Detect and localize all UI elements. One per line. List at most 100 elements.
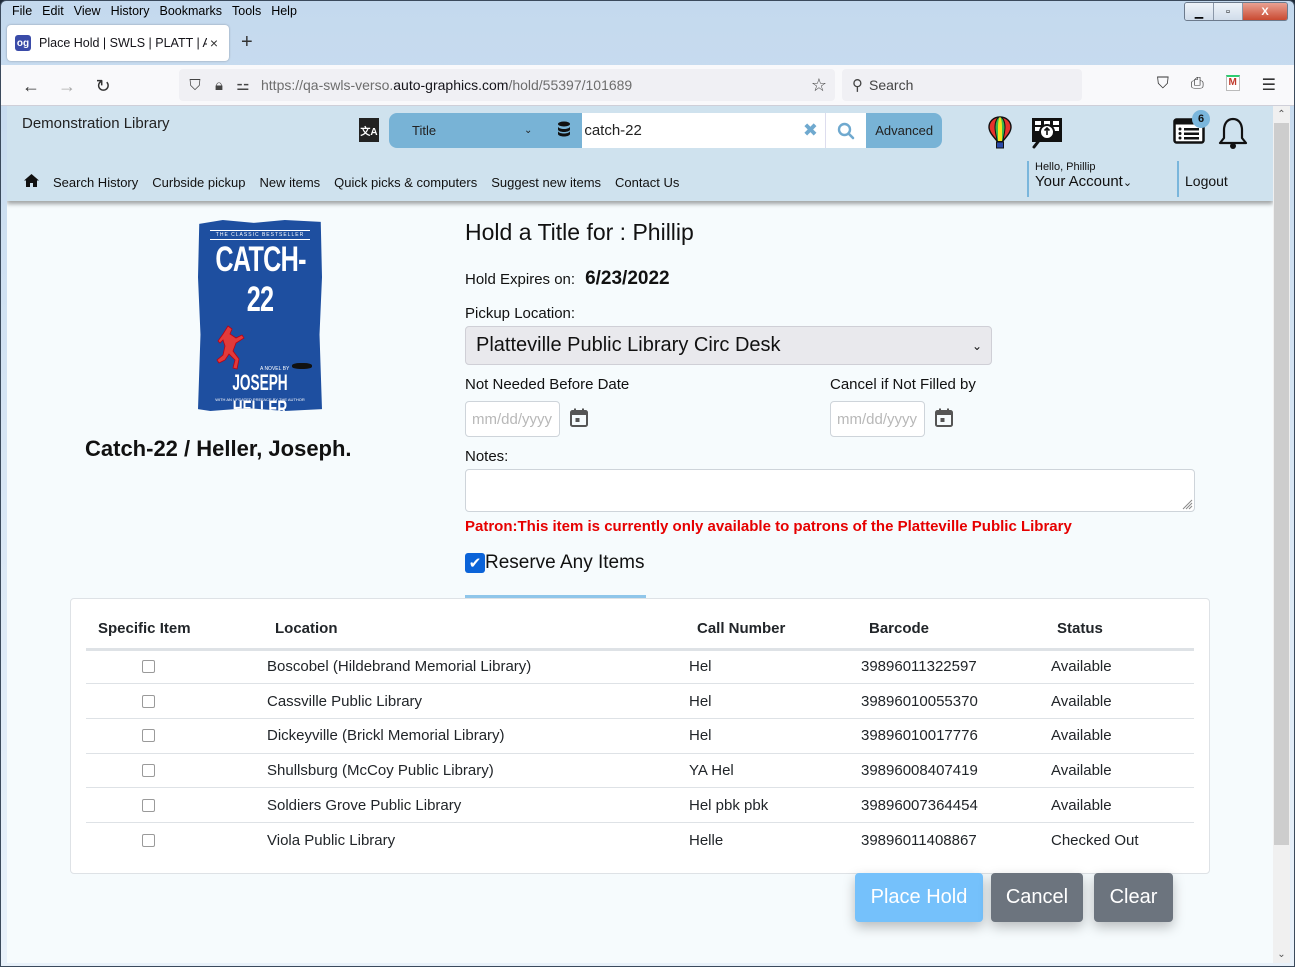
cover-author: JOSEPH HELLER bbox=[232, 370, 288, 411]
specific-item-checkbox[interactable] bbox=[142, 763, 155, 777]
pocket-icon[interactable]: ⛉ bbox=[1157, 75, 1169, 95]
forward-arrow-icon[interactable]: → bbox=[55, 74, 79, 98]
cancel-button[interactable]: Cancel bbox=[991, 873, 1083, 922]
back-arrow-icon[interactable]: ← bbox=[19, 74, 43, 98]
cell-location: Shullsburg (McCoy Public Library) bbox=[267, 753, 689, 789]
items-panel: Specific Item Location Call Number Barco… bbox=[70, 598, 1210, 874]
cell-status: Available bbox=[1051, 718, 1194, 754]
pickup-location-select[interactable]: Platteville Public Library Circ Desk ⌄ bbox=[465, 326, 992, 365]
chevron-down-icon: ⌄ bbox=[1122, 177, 1133, 189]
home-icon[interactable] bbox=[24, 174, 39, 191]
catalog-browse-icon[interactable] bbox=[1029, 116, 1065, 150]
cell-barcode: 39896011322597 bbox=[861, 649, 1051, 685]
cover-tagline: THE CLASSIC BESTSELLER bbox=[210, 230, 310, 240]
menu-help[interactable]: Help bbox=[266, 3, 302, 21]
header-call-number: Call Number bbox=[689, 609, 861, 651]
hold-expires-date: 6/23/2022 bbox=[585, 268, 670, 289]
search-submit-button[interactable] bbox=[824, 113, 867, 148]
search-input[interactable] bbox=[582, 113, 797, 148]
logout-link[interactable]: Logout bbox=[1177, 161, 1228, 197]
bookmark-star-icon[interactable]: ☆ bbox=[811, 75, 827, 96]
menu-bookmarks[interactable]: Bookmarks bbox=[154, 3, 227, 21]
site-favicon-icon: og bbox=[15, 35, 31, 51]
reserve-any-items-checkbox[interactable]: ✔ bbox=[465, 553, 485, 573]
scroll-down-icon[interactable]: ⌄ bbox=[1273, 946, 1290, 963]
reserve-any-items-toggle[interactable]: ✔ Reserve Any Items bbox=[465, 552, 644, 574]
calendar-icon[interactable] bbox=[570, 408, 588, 427]
page-scrollbar[interactable]: ⌃ ⌄ bbox=[1273, 106, 1290, 963]
table-row: Boscobel (Hildebrand Memorial Library) H… bbox=[86, 649, 1194, 685]
database-icon[interactable] bbox=[546, 121, 582, 140]
hot-air-balloon-icon[interactable] bbox=[987, 116, 1013, 150]
place-hold-button[interactable]: Place Hold bbox=[855, 873, 983, 922]
cancel-if-not-filled-date-input[interactable]: mm/dd/yyyy bbox=[830, 401, 925, 437]
calendar-icon[interactable] bbox=[935, 408, 953, 427]
browser-search-bar[interactable]: ⚲ Search bbox=[842, 69, 1082, 101]
tab-close-icon[interactable]: × bbox=[207, 35, 221, 51]
minimize-button[interactable]: ▁ bbox=[1185, 3, 1214, 20]
nav-suggest-new-items[interactable]: Suggest new items bbox=[491, 175, 601, 190]
nav-curbside-pickup[interactable]: Curbside pickup bbox=[152, 175, 245, 190]
chevron-down-icon: ⌄ bbox=[971, 338, 982, 353]
menu-hamburger-icon[interactable]: ☰ bbox=[1262, 75, 1276, 95]
cell-location: Cassville Public Library bbox=[267, 683, 689, 719]
hold-expires-label: Hold Expires on: bbox=[465, 271, 576, 288]
specific-item-checkbox[interactable] bbox=[142, 660, 155, 674]
url-text[interactable]: https://qa-swls-verso.auto-graphics.com/… bbox=[261, 77, 632, 93]
header-status: Status bbox=[1051, 609, 1194, 651]
cell-status: Available bbox=[1051, 683, 1194, 719]
account-label-row: Your Account⌄ bbox=[1035, 173, 1132, 190]
browser-tab-active[interactable]: og Place Hold | SWLS | PLATT | Aut × bbox=[7, 25, 229, 61]
scrollbar-thumb[interactable] bbox=[1274, 123, 1289, 845]
nav-contact-us[interactable]: Contact Us bbox=[615, 175, 679, 190]
restore-button[interactable]: ▫ bbox=[1214, 3, 1243, 20]
reload-icon[interactable]: ↻ bbox=[91, 74, 115, 98]
not-needed-before-date-input[interactable]: mm/dd/yyyy bbox=[465, 401, 560, 437]
specific-item-checkbox[interactable] bbox=[142, 694, 155, 708]
permissions-icon[interactable]: ⚍ bbox=[231, 76, 255, 94]
close-window-button[interactable]: X bbox=[1243, 3, 1287, 20]
mcafee-icon[interactable]: M bbox=[1225, 75, 1240, 91]
browser-search-placeholder: Search bbox=[869, 77, 914, 93]
menu-file[interactable]: File bbox=[7, 3, 37, 21]
table-row: Viola Public Library Helle 3989601140886… bbox=[86, 822, 1194, 857]
specific-item-checkbox[interactable] bbox=[142, 729, 155, 743]
menu-edit[interactable]: Edit bbox=[37, 3, 69, 21]
new-tab-icon[interactable]: + bbox=[241, 31, 253, 54]
tab-strip: og Place Hold | SWLS | PLATT | Aut × + bbox=[1, 23, 1294, 65]
account-label: Your Account bbox=[1035, 173, 1123, 190]
clear-search-icon[interactable]: ✖ bbox=[796, 113, 825, 148]
nav-new-items[interactable]: New items bbox=[259, 175, 320, 190]
clear-button[interactable]: Clear bbox=[1094, 873, 1173, 922]
cell-barcode: 39896008407419 bbox=[861, 753, 1051, 789]
print-icon[interactable]: ⎙ bbox=[1191, 75, 1204, 95]
shield-icon[interactable]: ⛉ bbox=[183, 77, 207, 94]
resize-grip-icon[interactable] bbox=[1181, 498, 1193, 510]
cell-call-number: YA Hel bbox=[689, 753, 861, 789]
menu-history[interactable]: History bbox=[106, 3, 155, 21]
language-translate-icon[interactable]: 文A bbox=[359, 118, 379, 142]
advanced-search-button[interactable]: Advanced bbox=[866, 113, 942, 148]
toolbar-icons: ⛉ ⎙ M ☰ bbox=[1157, 75, 1276, 95]
nav-search-history[interactable]: Search History bbox=[53, 175, 138, 190]
search-icon: ⚲ bbox=[852, 77, 863, 94]
hold-expires: Hold Expires on: 6/23/2022 bbox=[465, 268, 670, 290]
specific-item-checkbox[interactable] bbox=[142, 798, 155, 812]
cell-barcode: 39896010055370 bbox=[861, 683, 1051, 719]
bell-icon[interactable] bbox=[1217, 116, 1249, 150]
account-menu[interactable]: Hello, Phillip Your Account⌄ bbox=[1027, 161, 1132, 197]
menu-tools[interactable]: Tools bbox=[227, 3, 266, 21]
specific-item-checkbox[interactable] bbox=[142, 833, 155, 847]
scroll-up-icon[interactable]: ⌃ bbox=[1273, 106, 1290, 123]
cell-barcode: 39896010017776 bbox=[861, 718, 1051, 754]
menu-view[interactable]: View bbox=[69, 3, 106, 21]
nav-quick-picks[interactable]: Quick picks & computers bbox=[334, 175, 477, 190]
search-type-select[interactable]: Title ⌄ bbox=[389, 113, 546, 148]
notes-textarea[interactable] bbox=[465, 469, 1195, 512]
table-row: Cassville Public Library Hel 39896010055… bbox=[86, 683, 1194, 719]
lock-icon[interactable]: 🔒︎ bbox=[207, 77, 231, 94]
url-bar[interactable]: ⛉ 🔒︎ ⚍ https://qa-swls-verso.auto-graphi… bbox=[179, 69, 835, 101]
cover-plane-illustration bbox=[292, 363, 312, 369]
book-title: Catch-22 / Heller, Joseph. bbox=[85, 436, 352, 461]
cell-barcode: 39896007364454 bbox=[861, 787, 1051, 823]
